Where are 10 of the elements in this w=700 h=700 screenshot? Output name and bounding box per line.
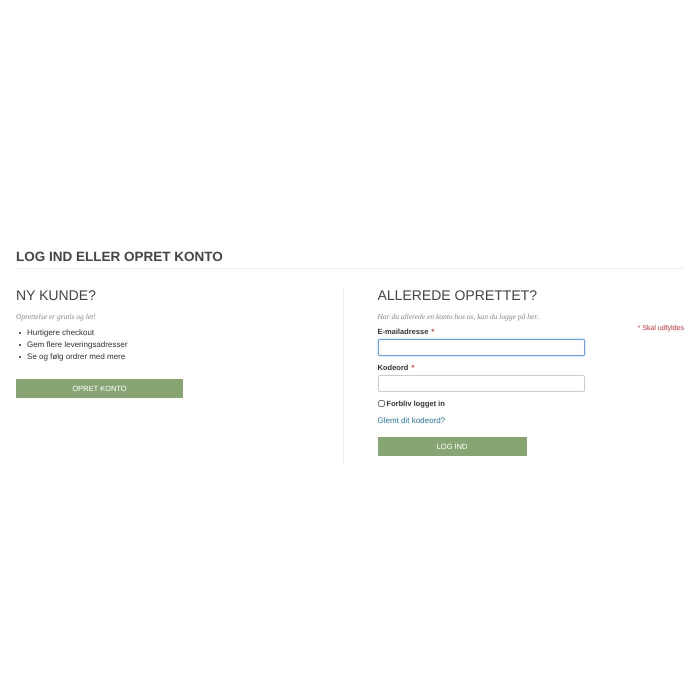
benefit-text: Se og følg ordrer med mere: [27, 351, 126, 363]
section-heading: ALLEREDE OPRETTET?: [378, 287, 538, 303]
benefit-text: Hurtigere checkout: [27, 327, 94, 339]
section-heading: NY KUNDE?: [16, 287, 97, 303]
input-field[interactable]: [378, 339, 584, 356]
input-field[interactable]: [378, 375, 584, 392]
benefit-text: Gem flere leveringsadresser: [27, 339, 128, 351]
forgot-password-link[interactable]: Glemt dit kodeord?: [378, 416, 684, 425]
checkbox[interactable]: [378, 400, 384, 407]
page-title: LOG IND ELLER OPRET KONTO: [16, 249, 684, 269]
